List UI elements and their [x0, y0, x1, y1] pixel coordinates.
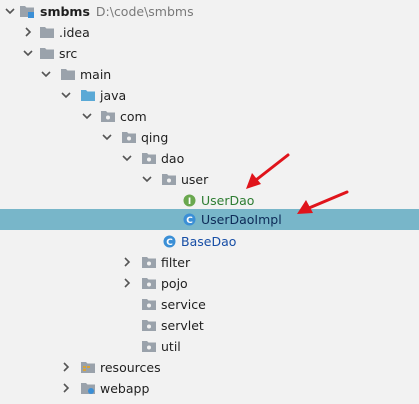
- chevron-down-icon[interactable]: [41, 69, 51, 79]
- tree-label-java: java: [100, 88, 127, 103]
- tree-row-idea[interactable]: .idea: [0, 22, 419, 43]
- tree-label-userdaoimpl: UserDaoImpl: [201, 212, 282, 227]
- tree-label-servlet: servlet: [161, 318, 204, 333]
- package-icon: [141, 297, 157, 312]
- chevron-down-icon[interactable]: [61, 90, 71, 100]
- tree-row-util[interactable]: util: [0, 336, 419, 357]
- class-icon-letter: C: [166, 238, 173, 248]
- package-icon: [121, 130, 137, 145]
- chevron-right-icon[interactable]: [61, 383, 71, 393]
- tree-label-dao: dao: [161, 151, 185, 166]
- chevron-down-icon[interactable]: [23, 48, 33, 58]
- chevron-down-icon[interactable]: [142, 174, 152, 184]
- package-icon: [100, 109, 116, 124]
- package-icon: [141, 276, 157, 291]
- tree-label-basedao: BaseDao: [181, 234, 237, 249]
- tree-row-qing[interactable]: qing: [0, 127, 419, 148]
- tree-label-idea: .idea: [59, 25, 90, 40]
- tree-label-filter: filter: [161, 255, 191, 270]
- interface-icon-letter: I: [188, 197, 191, 207]
- interface-icon: I: [182, 193, 198, 208]
- tree-row-filter[interactable]: filter: [0, 252, 419, 273]
- tree-row-user[interactable]: user: [0, 169, 419, 190]
- project-path: D:\code\smbms: [95, 4, 194, 19]
- tree-row-userdaoimpl[interactable]: C UserDaoImpl: [0, 209, 419, 230]
- tree-label-user: user: [181, 172, 209, 187]
- chevron-down-icon[interactable]: [102, 132, 112, 142]
- tree-row-service[interactable]: service: [0, 294, 419, 315]
- folder-icon: [60, 67, 76, 82]
- web-folder-icon: [80, 381, 96, 396]
- tree-row-com[interactable]: com: [0, 106, 419, 127]
- tree-row-src[interactable]: src: [0, 43, 419, 64]
- chevron-down-icon[interactable]: [82, 111, 92, 121]
- package-icon: [141, 339, 157, 354]
- source-folder-icon: [80, 88, 96, 103]
- tree-row-main[interactable]: main: [0, 64, 419, 85]
- tree-label-pojo: pojo: [161, 276, 188, 291]
- tree-row-servlet[interactable]: servlet: [0, 315, 419, 336]
- project-tree: smbms D:\code\smbms .idea src main java …: [0, 0, 419, 404]
- class-icon: C: [182, 212, 198, 227]
- class-icon: C: [162, 234, 178, 249]
- tree-label-src: src: [59, 46, 78, 61]
- package-icon: [141, 318, 157, 333]
- project-label: smbms D:\code\smbms: [40, 3, 194, 20]
- chevron-right-icon[interactable]: [122, 278, 132, 288]
- package-icon: [161, 172, 177, 187]
- tree-row-basedao[interactable]: C BaseDao: [0, 231, 419, 252]
- tree-row-smbms[interactable]: smbms D:\code\smbms: [0, 1, 419, 22]
- chevron-right-icon[interactable]: [23, 27, 33, 37]
- tree-label-resources: resources: [100, 360, 161, 375]
- class-icon-letter: C: [186, 216, 193, 226]
- tree-row-pojo[interactable]: pojo: [0, 273, 419, 294]
- chevron-right-icon[interactable]: [61, 362, 71, 372]
- tree-label-service: service: [161, 297, 206, 312]
- tree-row-userdao[interactable]: I UserDao: [0, 190, 419, 211]
- tree-row-resources[interactable]: resources: [0, 357, 419, 378]
- chevron-down-icon[interactable]: [122, 153, 132, 163]
- tree-label-util: util: [161, 339, 181, 354]
- tree-label-webapp: webapp: [100, 381, 150, 396]
- project-name: smbms: [40, 4, 90, 19]
- package-icon: [141, 151, 157, 166]
- folder-icon: [39, 25, 55, 40]
- tree-label-qing: qing: [141, 130, 169, 145]
- resources-folder-icon: [80, 360, 96, 375]
- chevron-right-icon[interactable]: [122, 257, 132, 267]
- tree-label-com: com: [120, 109, 147, 124]
- folder-icon: [39, 46, 55, 61]
- tree-label-main: main: [80, 67, 112, 82]
- tree-row-java[interactable]: java: [0, 85, 419, 106]
- module-folder-icon: [19, 4, 35, 19]
- chevron-down-icon[interactable]: [5, 6, 15, 16]
- tree-row-dao[interactable]: dao: [0, 148, 419, 169]
- annotation-arrow-icon: [297, 190, 349, 214]
- tree-row-webapp[interactable]: webapp: [0, 378, 419, 399]
- package-icon: [141, 255, 157, 270]
